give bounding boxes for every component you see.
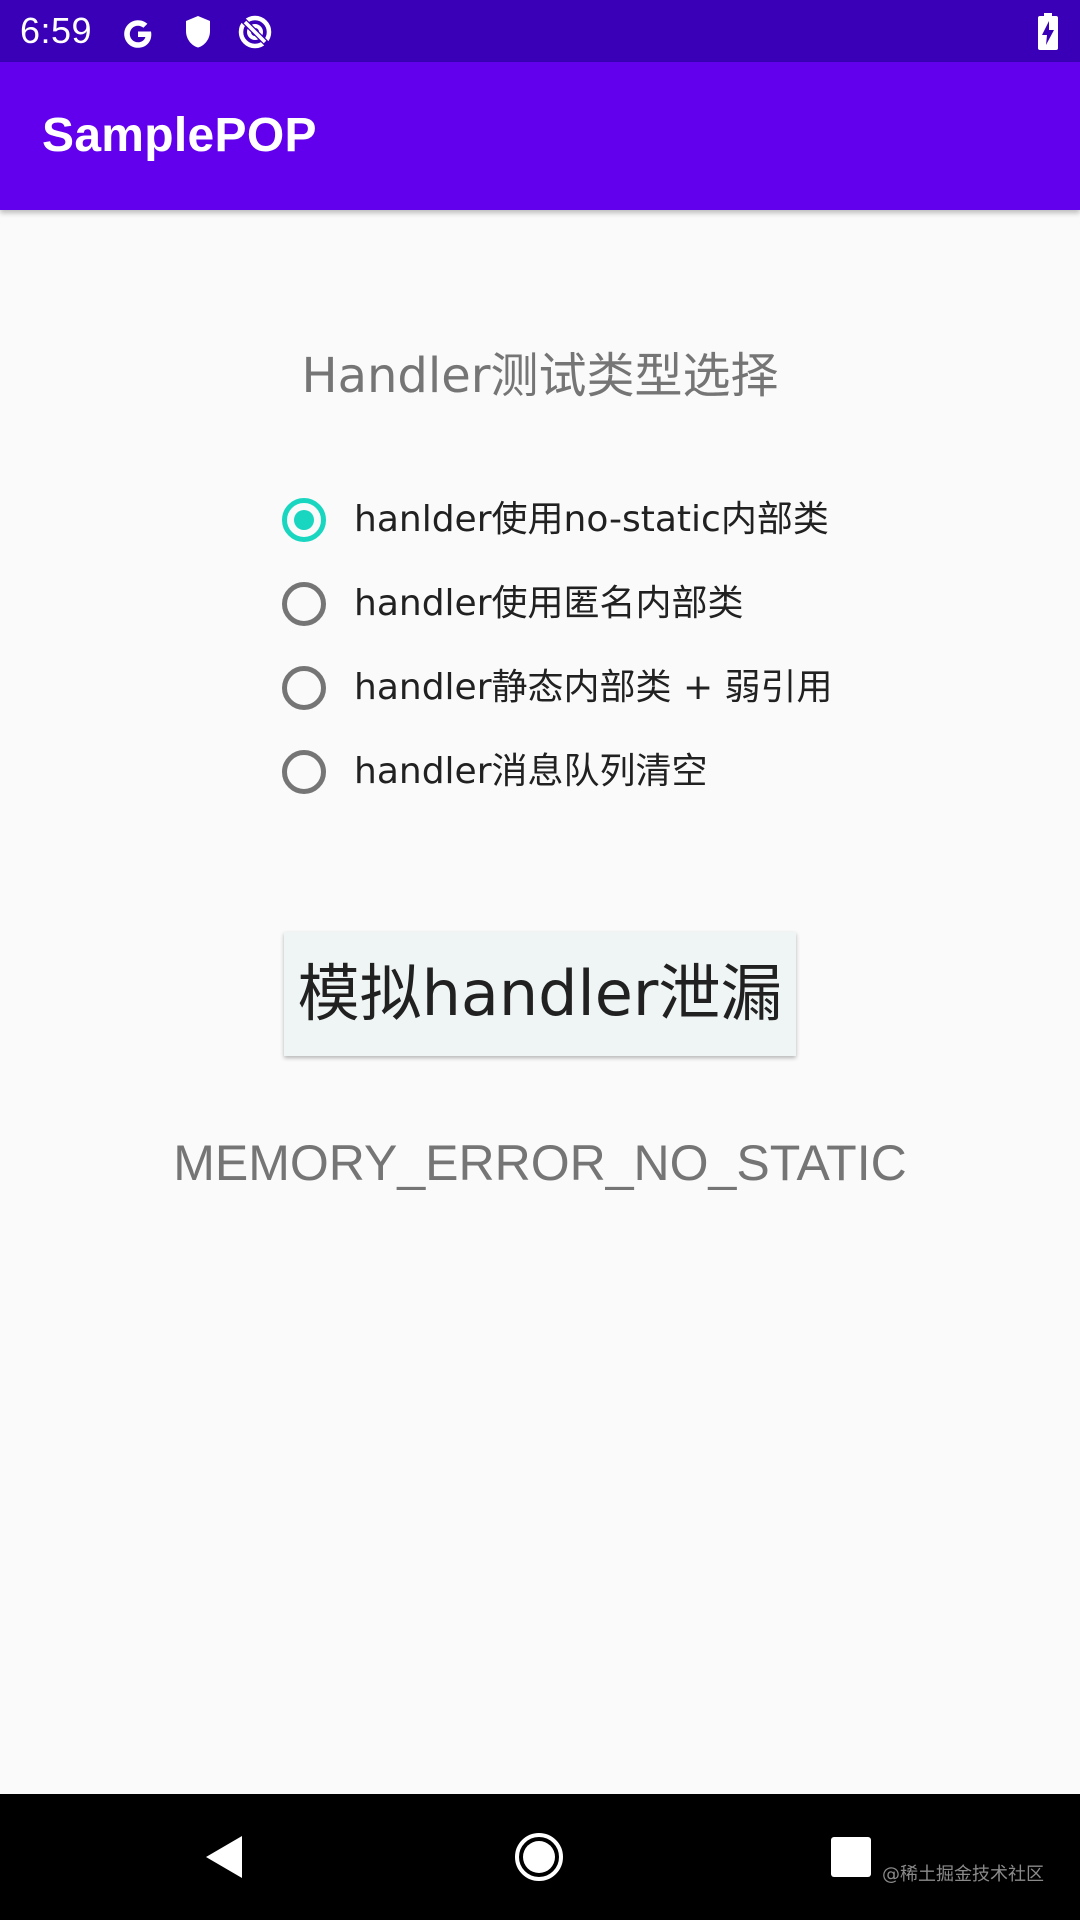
recents-icon[interactable]	[818, 1824, 884, 1890]
radio-option-static-weak-ref[interactable]: handler静态内部类 + 弱引用	[282, 646, 1042, 730]
radio-label: handler消息队列清空	[354, 751, 708, 792]
result-text: MEMORY_ERROR_NO_STATIC	[173, 1135, 907, 1191]
google-icon	[118, 12, 158, 52]
watermark: @稀土掘金技术社区	[882, 1864, 1044, 1885]
radio-button[interactable]	[282, 666, 326, 710]
radio-button[interactable]	[282, 582, 326, 626]
screen: 6:59 SamplePOP Handler测试类型选择 hanlder使用no…	[0, 0, 1080, 1920]
battery-charging-icon	[1036, 12, 1060, 52]
app-bar: SamplePOP	[0, 62, 1080, 210]
radio-label: hanlder使用no-static内部类	[354, 499, 829, 540]
radio-option-clear-queue[interactable]: handler消息队列清空	[282, 730, 1042, 814]
radio-button-checked[interactable]	[282, 498, 326, 542]
navigation-bar: @稀土掘金技术社区	[0, 1794, 1080, 1920]
radio-button[interactable]	[282, 750, 326, 794]
app-title: SamplePOP	[42, 109, 317, 162]
home-icon[interactable]	[506, 1824, 572, 1890]
radio-label: handler静态内部类 + 弱引用	[354, 667, 833, 708]
simulate-leak-button[interactable]: 模拟handler泄漏	[284, 932, 796, 1056]
radio-option-no-static[interactable]: hanlder使用no-static内部类	[282, 478, 1042, 562]
status-time: 6:59	[20, 10, 93, 51]
back-icon[interactable]	[192, 1824, 258, 1890]
data-saver-icon	[235, 12, 275, 52]
status-bar: 6:59	[0, 0, 1080, 62]
radio-group: hanlder使用no-static内部类 handler使用匿名内部类 han…	[282, 478, 1042, 814]
shield-icon	[178, 12, 218, 52]
radio-option-anonymous[interactable]: handler使用匿名内部类	[282, 562, 1042, 646]
section-title: Handler测试类型选择	[301, 348, 779, 404]
radio-label: handler使用匿名内部类	[354, 583, 744, 624]
